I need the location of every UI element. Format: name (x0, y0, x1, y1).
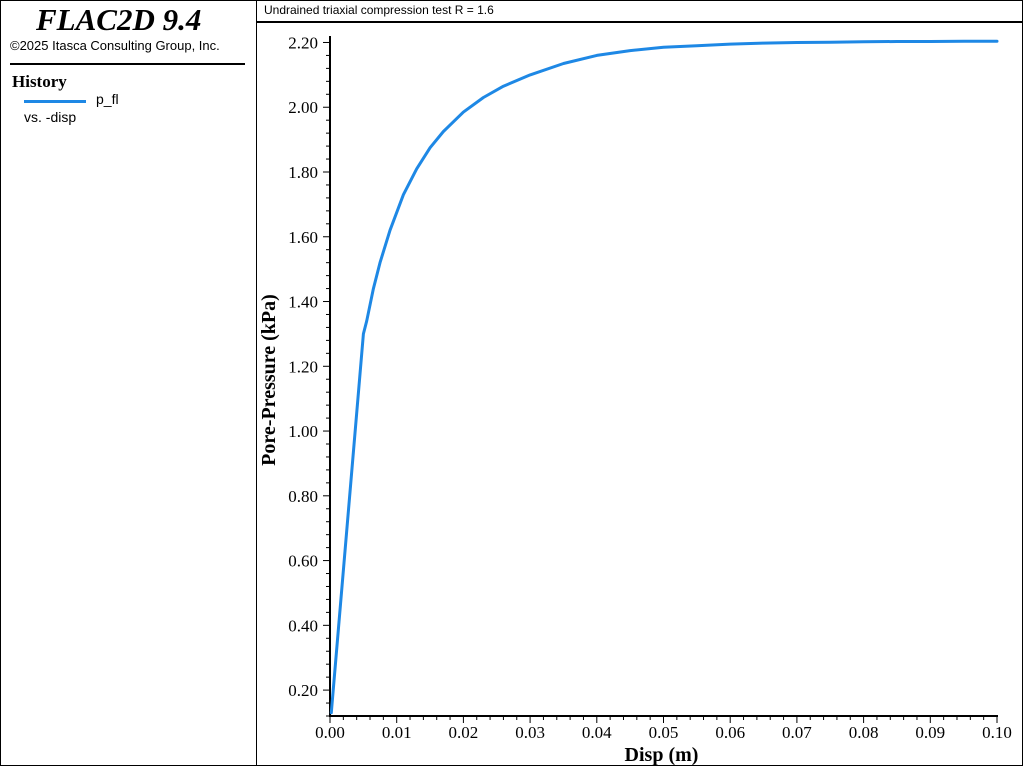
y-tick-label: 1.60 (288, 228, 318, 247)
y-tick-label: 0.40 (288, 616, 318, 635)
x-tick-label: 0.10 (982, 723, 1012, 742)
y-tick-label: 1.00 (288, 422, 318, 441)
y-axis: 0.20 0.40 0.60 0.80 1.00 1.20 1.40 1.60 1.80 2.00… (288, 33, 331, 717)
x-tick-label: 0.06 (715, 723, 745, 742)
line-chart: 0.00 0.01 0.02 0.03 0.04 0.05 0.06 0.07 0.08 0.09… (258, 33, 1012, 766)
y-tick-label: 0.80 (288, 487, 318, 506)
x-axis: 0.00 0.01 0.02 0.03 0.04 0.05 0.06 0.07 0.08 0.09… (315, 715, 1012, 742)
x-tick-label: 0.01 (382, 723, 412, 742)
x-tick-label: 0.07 (782, 723, 812, 742)
x-tick-label: 0.00 (315, 723, 345, 742)
x-tick-label: 0.04 (582, 723, 612, 742)
series-line-p_fl (329, 39, 999, 715)
y-tick-label: 1.80 (288, 163, 318, 182)
y-tick-label: 0.60 (288, 552, 318, 571)
y-tick-label: 1.20 (288, 357, 318, 376)
y-tick-label: 0.20 (288, 681, 318, 700)
x-tick-label: 0.09 (915, 723, 945, 742)
y-axis-title: Pore-Pressure (kPa) (258, 294, 280, 466)
x-tick-label: 0.02 (449, 723, 479, 742)
flac-history-window: FLAC2D 9.4 ©2025 Itasca Consulting Group… (0, 0, 1024, 768)
y-tick-label: 2.00 (288, 98, 318, 117)
x-tick-label: 0.08 (849, 723, 879, 742)
series-layer (329, 39, 999, 715)
x-tick-label: 0.05 (649, 723, 679, 742)
y-tick-label: 1.40 (288, 293, 318, 312)
x-axis-title: Disp (m) (625, 744, 699, 766)
y-tick-label: 2.20 (288, 33, 318, 52)
x-tick-label: 0.03 (515, 723, 545, 742)
